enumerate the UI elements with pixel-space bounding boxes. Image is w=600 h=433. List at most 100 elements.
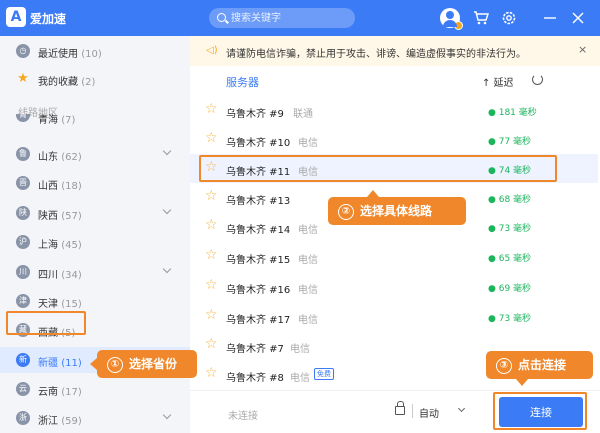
- region-badge: 鲁: [16, 147, 30, 161]
- highlight-box-connect: [493, 392, 587, 430]
- sidebar-item-sichuan[interactable]: 川 四川 (34): [0, 259, 190, 285]
- close-window-icon[interactable]: [569, 9, 587, 27]
- star-outline-icon[interactable]: ☆: [205, 277, 218, 293]
- server-name: 乌鲁木齐 #16: [226, 285, 291, 296]
- star-outline-icon[interactable]: ☆: [205, 336, 218, 352]
- server-ping: ● 181 毫秒: [488, 108, 537, 118]
- sidebar-item-shandong[interactable]: 鲁 山东 (62): [0, 141, 190, 167]
- sidebar-item-label: 四川: [38, 270, 58, 281]
- region-badge: 沪: [16, 235, 30, 249]
- server-isp: 电信: [290, 344, 310, 355]
- sidebar-item-shanxi[interactable]: 晋 山西 (18): [0, 170, 190, 196]
- server-name: 乌鲁木齐 #14: [226, 225, 291, 236]
- highlight-box-province: [6, 311, 86, 335]
- sidebar-item-count: (59): [61, 416, 82, 427]
- notice-text: 请谨防电信诈骗，禁止用于攻击、诽谤、编造虚假事实的非法行为。: [226, 49, 526, 60]
- sidebar-item-zhejiang[interactable]: 浙 浙江 (59): [0, 405, 190, 431]
- server-isp: 电信: [298, 285, 318, 296]
- column-server[interactable]: 服务器: [226, 74, 259, 90]
- sidebar-item-favorites[interactable]: ★ 我的收藏 (2): [0, 66, 190, 92]
- sidebar-item-qinghai[interactable]: 青 青海 (7): [0, 114, 190, 128]
- server-name: 乌鲁木齐 #7: [226, 344, 284, 355]
- callout-text: 选择具体线路: [360, 204, 433, 218]
- server-ping: ● 73 毫秒: [488, 314, 532, 324]
- user-avatar-icon[interactable]: [440, 8, 463, 30]
- sidebar-item-shaanxi[interactable]: 陕 陕西 (57): [0, 200, 190, 226]
- sidebar-item-shanghai[interactable]: 沪 上海 (45): [0, 229, 190, 255]
- lock-icon[interactable]: [395, 401, 405, 415]
- chevron-down-icon[interactable]: [162, 410, 172, 420]
- star-outline-icon[interactable]: ☆: [205, 130, 218, 146]
- minimize-icon[interactable]: [541, 9, 559, 27]
- title-bar: A 爱加速: [0, 0, 600, 36]
- sidebar-item-count: (2): [81, 77, 96, 88]
- sidebar-item-count: (62): [61, 152, 82, 163]
- refresh-icon[interactable]: [532, 74, 543, 85]
- region-badge: 陕: [16, 206, 30, 220]
- cart-icon[interactable]: [472, 9, 490, 27]
- star-outline-icon[interactable]: ☆: [205, 365, 218, 381]
- sidebar-item-count: (10): [81, 49, 102, 60]
- sidebar-item-label: 云南: [38, 387, 58, 398]
- region-badge: 青: [16, 114, 30, 122]
- server-row[interactable]: ☆ 乌鲁木齐 #17 电信 ● 73 毫秒: [190, 302, 598, 331]
- server-row[interactable]: ☆ 乌鲁木齐 #16 电信 ● 69 毫秒: [190, 272, 598, 301]
- sidebar-item-recent[interactable]: ◷ 最近使用 (10): [0, 38, 190, 64]
- sidebar-item-count: (15): [61, 299, 82, 310]
- list-header: 服务器 ↑ 延迟: [190, 66, 600, 94]
- sidebar-item-label: 上海: [38, 240, 58, 251]
- sidebar-item-label: 天津: [38, 299, 58, 310]
- sidebar-item-label: 青海: [38, 115, 58, 126]
- server-row[interactable]: ☆ 乌鲁木齐 #15 电信 ● 65 毫秒: [190, 242, 598, 271]
- notice-bar: ◁) 请谨防电信诈骗，禁止用于攻击、诽谤、编造虚假事实的非法行为。 ×: [190, 36, 600, 66]
- star-outline-icon[interactable]: ☆: [205, 247, 218, 263]
- sidebar-item-yunnan[interactable]: 云 云南 (17): [0, 376, 190, 402]
- server-ping: ● 69 毫秒: [488, 284, 532, 294]
- free-badge: 免费: [314, 368, 334, 380]
- column-delay[interactable]: ↑ 延迟: [482, 74, 514, 89]
- star-outline-icon[interactable]: ☆: [205, 188, 218, 204]
- sidebar-item-count: (34): [61, 270, 82, 281]
- step-number: ③: [496, 358, 512, 374]
- search-box[interactable]: [209, 8, 355, 28]
- server-name: 乌鲁木齐 #15: [226, 255, 291, 266]
- server-row[interactable]: ☆ 乌鲁木齐 #10 电信 ● 77 毫秒: [190, 125, 598, 154]
- close-icon[interactable]: ×: [578, 43, 587, 56]
- star-outline-icon[interactable]: ☆: [205, 217, 218, 233]
- server-isp: 联通: [293, 109, 313, 120]
- sidebar-item-count: (45): [61, 240, 82, 251]
- server-name: 乌鲁木齐 #9: [226, 109, 284, 120]
- mode-select[interactable]: 自动: [419, 405, 439, 420]
- server-isp: 电信: [298, 255, 318, 266]
- search-input[interactable]: [231, 10, 349, 26]
- highlight-box-server: [199, 155, 557, 182]
- server-isp: 电信: [298, 225, 318, 236]
- sidebar-item-label: 最近使用: [38, 49, 78, 60]
- callout-step-2: ② 选择具体线路: [328, 190, 466, 225]
- region-badge: 晋: [16, 176, 30, 190]
- server-name: 乌鲁木齐 #13: [226, 196, 291, 207]
- region-badge: 新: [16, 353, 30, 367]
- star-icon: ★: [17, 71, 29, 86]
- callout-step-3: ③ 点击连接: [486, 351, 593, 386]
- region-badge: 云: [16, 382, 30, 396]
- callout-text: 选择省份: [129, 357, 178, 371]
- server-ping: ● 65 毫秒: [488, 254, 532, 264]
- server-name: 乌鲁木齐 #10: [226, 138, 291, 149]
- app-logo: A: [6, 7, 26, 27]
- gear-icon[interactable]: [500, 9, 518, 27]
- star-outline-icon[interactable]: ☆: [205, 307, 218, 323]
- sidebar-item-label: 我的收藏: [38, 77, 78, 88]
- chevron-down-icon[interactable]: [162, 264, 172, 274]
- server-row[interactable]: ☆ 乌鲁木齐 #9 联通 ● 181 毫秒: [190, 96, 598, 125]
- star-outline-icon[interactable]: ☆: [205, 101, 218, 117]
- search-icon: [217, 13, 226, 22]
- chevron-down-icon[interactable]: [162, 205, 172, 215]
- callout-text: 点击连接: [518, 358, 567, 372]
- region-badge: 津: [16, 294, 30, 308]
- divider: [412, 404, 413, 418]
- step-number: ①: [107, 357, 123, 373]
- sidebar-item-label: 山东: [38, 152, 58, 163]
- chevron-down-icon[interactable]: [457, 404, 466, 413]
- chevron-down-icon[interactable]: [162, 146, 172, 156]
